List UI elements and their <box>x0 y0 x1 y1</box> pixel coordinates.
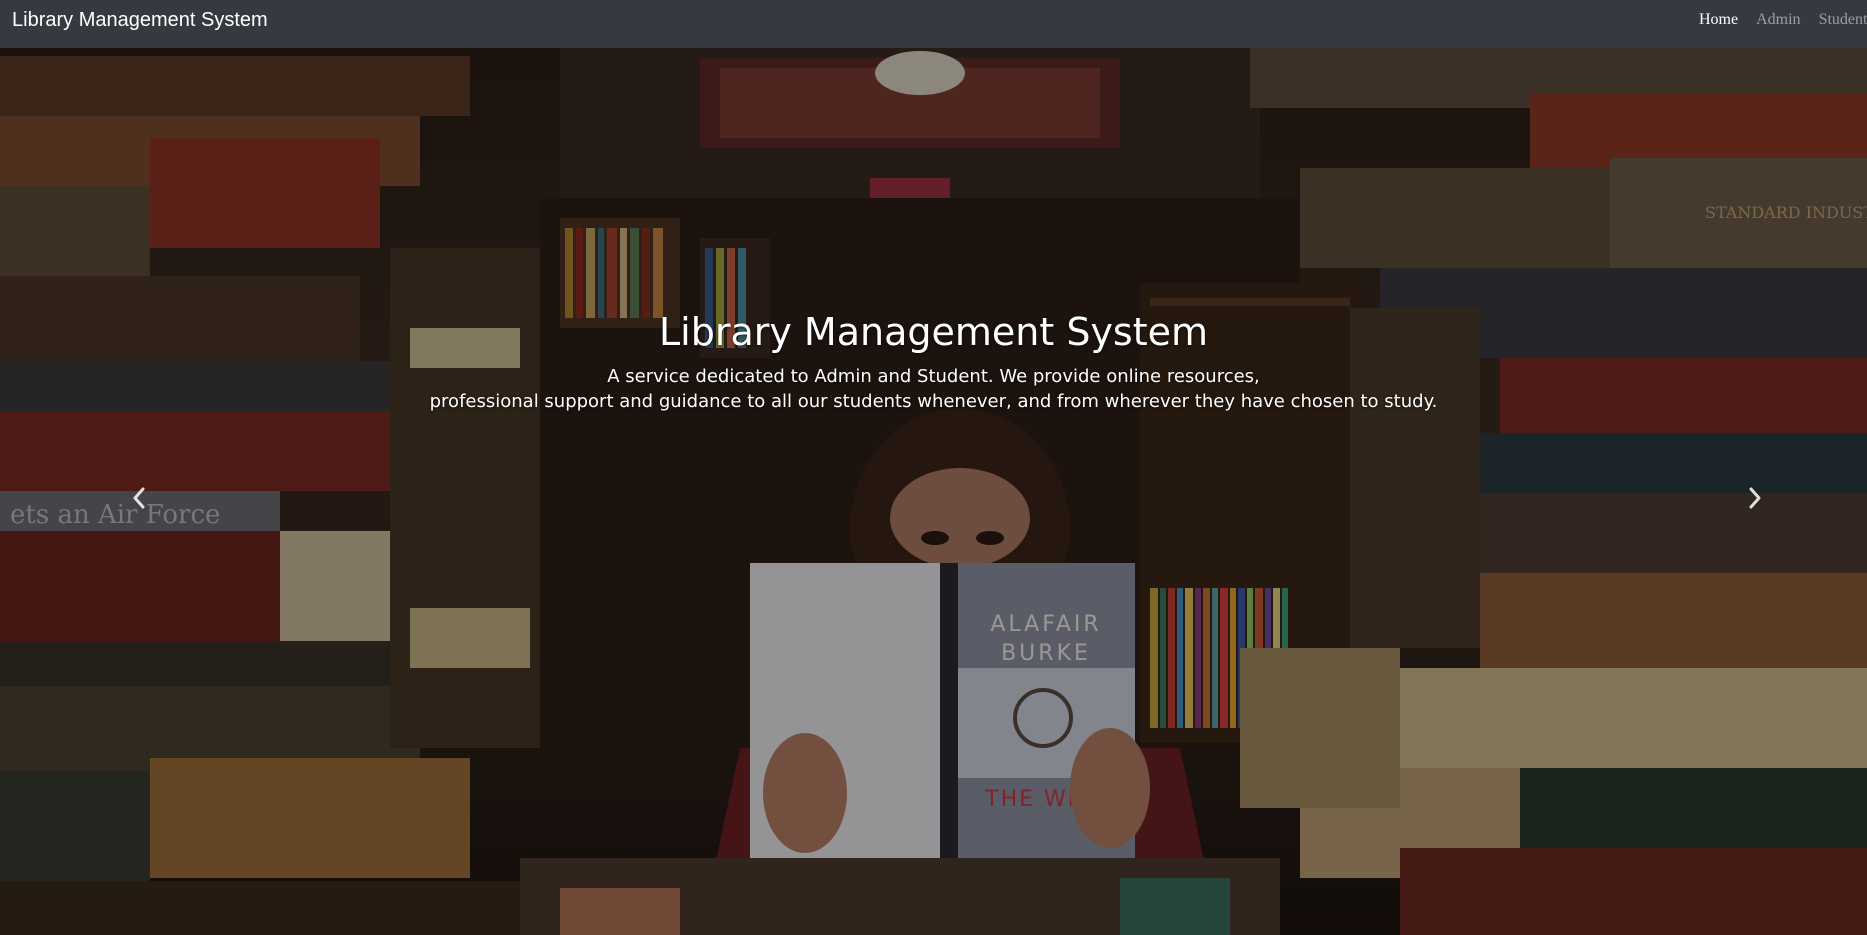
caption-title: Library Management System <box>658 310 1209 354</box>
caption-line-2: professional support and guidance to all… <box>429 391 1438 412</box>
carousel-caption: Library Management System A service dedi… <box>0 310 1867 414</box>
top-navbar: Library Management System Home Admin Stu… <box>0 0 1867 48</box>
carousel-next-button[interactable] <box>1735 468 1775 528</box>
hero-carousel: ALAFAIR BURKE THE WIFE ets an Air Force <box>0 48 1867 935</box>
chevron-left-icon <box>133 487 145 509</box>
chevron-right-icon <box>1749 487 1761 509</box>
carousel-prev-button[interactable] <box>119 468 159 528</box>
dark-overlay <box>0 48 1867 935</box>
caption-line-1: A service dedicated to Admin and Student… <box>607 366 1260 387</box>
nav-link-admin[interactable]: Admin <box>1756 11 1800 29</box>
nav-links: Home Admin Student <box>1699 11 1867 29</box>
nav-link-home[interactable]: Home <box>1699 11 1738 29</box>
navbar-brand[interactable]: Library Management System <box>12 9 268 32</box>
nav-link-student[interactable]: Student <box>1819 11 1867 29</box>
